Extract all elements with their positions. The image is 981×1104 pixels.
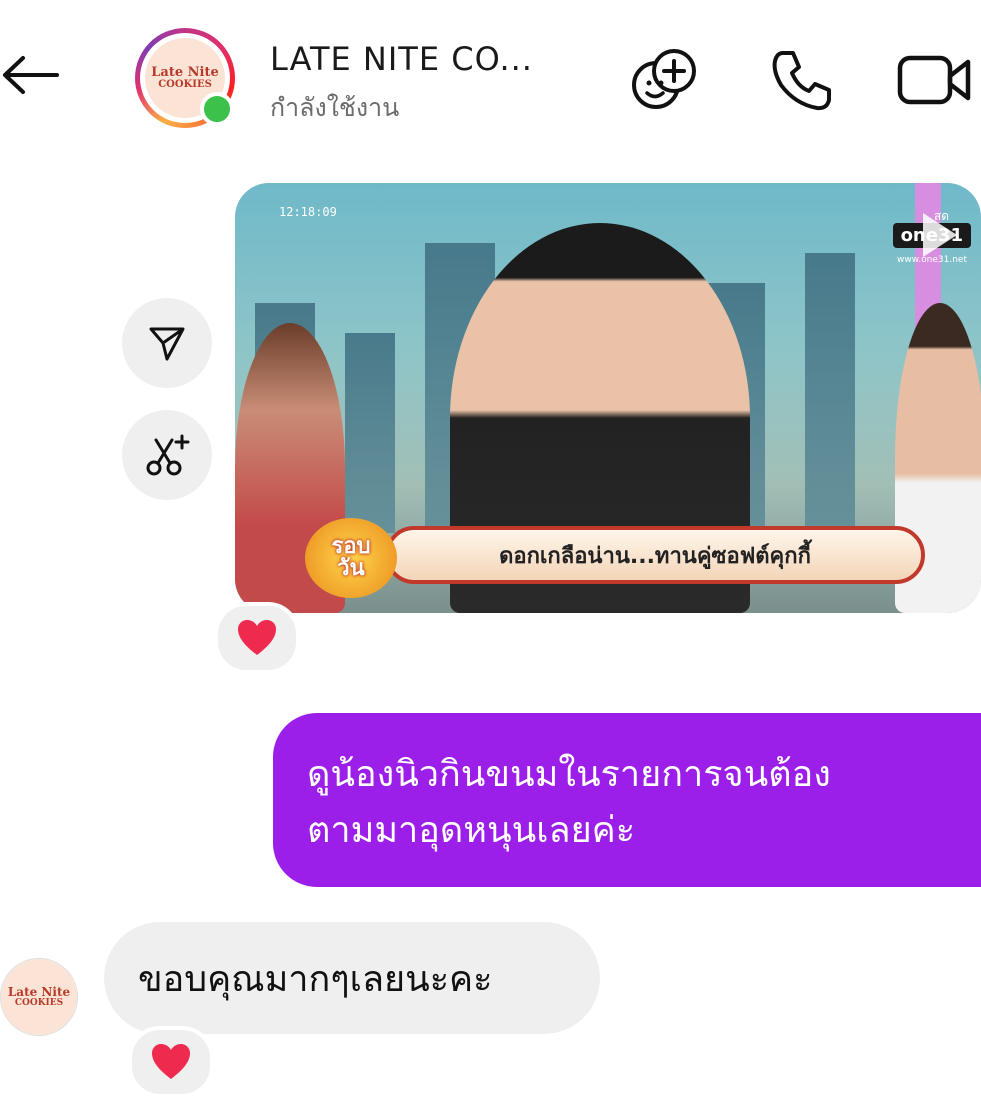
contact-status: กำลังใช้งาน — [270, 93, 400, 122]
sender-avatar[interactable]: Late Nite COOKIES — [0, 958, 78, 1036]
contact-name[interactable]: LATE NITE CO... — [270, 40, 533, 78]
back-button[interactable] — [0, 40, 60, 110]
arrow-left-icon — [3, 56, 59, 94]
remix-button[interactable] — [122, 410, 212, 500]
share-button[interactable] — [122, 298, 212, 388]
voice-call-button[interactable] — [764, 42, 840, 118]
heart-icon — [238, 620, 276, 655]
share-icon — [149, 327, 185, 361]
phone-icon — [772, 51, 831, 111]
incoming-message-text: ขอบคุณมากๆเลยนะคะ — [138, 958, 493, 1000]
video-call-button[interactable] — [896, 42, 972, 118]
add-effect-icon — [632, 49, 696, 109]
outgoing-message-bubble[interactable]: ดูน้องนิวกินขนมในรายการจนต้อง ตามมาอุดหน… — [273, 713, 981, 887]
media-reaction[interactable] — [214, 602, 300, 674]
video-message[interactable]: 12:18:09 สด one31 www.one31.net ดอกเกลือ… — [235, 183, 981, 613]
outgoing-message-line1: ดูน้องนิวกินขนมในรายการจนต้อง — [307, 754, 831, 795]
add-effect-button[interactable] — [628, 42, 704, 118]
incoming-message-bubble[interactable]: ขอบคุณมากๆเลยนะคะ — [104, 922, 600, 1034]
play-icon[interactable] — [923, 213, 957, 257]
video-caption: ดอกเกลือน่าน...ทานคู่ซอฟต์คุกกี้ — [385, 526, 925, 584]
show-logo: รอบ วัน — [305, 518, 397, 598]
incoming-reaction[interactable] — [128, 1026, 214, 1098]
heart-icon — [152, 1044, 190, 1079]
remix-scissors-icon — [146, 434, 190, 476]
outgoing-message-line2: ตามมาอุดหนุนเลยค่ะ — [307, 810, 636, 851]
broadcast-timestamp: 12:18:09 — [279, 205, 337, 219]
video-camera-icon — [897, 55, 971, 105]
online-status-dot — [200, 92, 234, 126]
